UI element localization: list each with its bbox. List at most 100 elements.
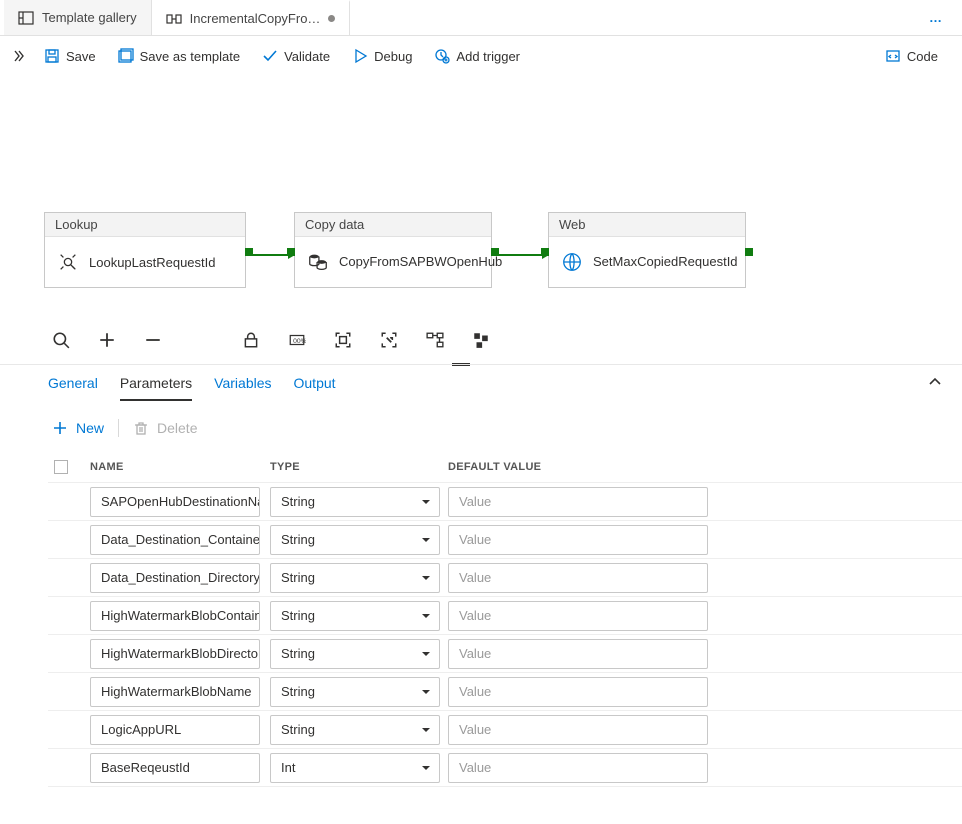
param-default-input[interactable]: Value	[448, 563, 708, 593]
activity-node-web[interactable]: Web SetMaxCopiedRequestId	[548, 212, 746, 288]
select-all-checkbox[interactable]	[54, 460, 68, 474]
activity-title: LookupLastRequestId	[89, 255, 215, 270]
toolbar-row: Save Save as template Validate Debug Add…	[0, 36, 962, 76]
collapse-details-button[interactable]	[928, 375, 942, 392]
delete-parameter-label: Delete	[157, 420, 197, 436]
param-name-input[interactable]: Data_Destination_Directory	[90, 563, 260, 593]
tab-output[interactable]: Output	[294, 375, 336, 401]
chevron-down-icon	[421, 488, 431, 516]
zoom-percent-icon[interactable]: 00%	[288, 331, 306, 349]
zoom-icon[interactable]	[52, 331, 70, 349]
col-name: Name	[90, 461, 270, 473]
connector-arrow[interactable]	[492, 254, 548, 256]
parameters-table: Name Type Default value SAPOpenHubDestin…	[0, 447, 962, 787]
param-type-select[interactable]: Int	[270, 753, 440, 783]
tab-pipeline[interactable]: IncrementalCopyFro…	[152, 0, 351, 35]
tab-template-gallery[interactable]: Template gallery	[4, 0, 152, 35]
param-default-input[interactable]: Value	[448, 601, 708, 631]
save-as-template-label: Save as template	[140, 49, 240, 64]
param-default-input[interactable]: Value	[448, 639, 708, 669]
param-name-input[interactable]: HighWatermarkBlobDirecto	[90, 639, 260, 669]
editor-tab-bar: Template gallery IncrementalCopyFro… …	[0, 0, 962, 36]
add-trigger-label: Add trigger	[456, 49, 520, 64]
activity-node-lookup[interactable]: Lookup LookupLastRequestId	[44, 212, 246, 288]
toolbar-right: Code	[877, 44, 962, 68]
chevron-down-icon	[421, 754, 431, 782]
col-type: Type	[270, 461, 448, 473]
lookup-icon	[57, 251, 79, 273]
table-header: Name Type Default value	[48, 451, 962, 483]
activity-node-copy[interactable]: Copy data CopyFromSAPBWOpenHub	[294, 212, 492, 288]
param-type-select[interactable]: String	[270, 487, 440, 517]
detail-tabs: General Parameters Variables Output	[0, 364, 962, 401]
save-label: Save	[66, 49, 96, 64]
fit-screen-icon[interactable]	[334, 331, 352, 349]
param-default-input[interactable]: Value	[448, 753, 708, 783]
param-name-input[interactable]: BaseReqeustId	[90, 753, 260, 783]
save-as-template-button[interactable]: Save as template	[110, 44, 248, 68]
param-type-select[interactable]: String	[270, 525, 440, 555]
remove-activity-icon[interactable]	[144, 331, 162, 349]
web-icon	[561, 251, 583, 273]
table-row: HighWatermarkBlobName String Value	[48, 673, 962, 711]
chevron-down-icon	[421, 526, 431, 554]
param-name-input[interactable]: SAPOpenHubDestinationNa	[90, 487, 260, 517]
param-name-input[interactable]: HighWatermarkBlobName	[90, 677, 260, 707]
chevron-down-icon	[421, 602, 431, 630]
add-activity-icon[interactable]	[98, 331, 116, 349]
param-name-input[interactable]: Data_Destination_Container	[90, 525, 260, 555]
copy-data-icon	[307, 251, 329, 273]
gallery-icon	[18, 10, 34, 26]
chevron-down-icon	[421, 678, 431, 706]
new-parameter-button[interactable]: New	[52, 420, 104, 436]
tab-parameters[interactable]: Parameters	[120, 375, 192, 401]
param-type-select[interactable]: String	[270, 601, 440, 631]
param-default-input[interactable]: Value	[448, 525, 708, 555]
activity-type-label: Copy data	[295, 213, 491, 237]
tab-general[interactable]: General	[48, 375, 98, 401]
param-default-input[interactable]: Value	[448, 677, 708, 707]
param-type-select[interactable]: String	[270, 715, 440, 745]
delete-parameter-button: Delete	[133, 420, 197, 436]
activity-type-label: Web	[549, 213, 745, 237]
param-type-select[interactable]: String	[270, 639, 440, 669]
layout-blocks-icon[interactable]	[472, 331, 490, 349]
pipeline-icon	[166, 11, 182, 27]
debug-label: Debug	[374, 49, 412, 64]
node-output-port[interactable]	[745, 248, 753, 256]
auto-align-icon[interactable]	[426, 331, 444, 349]
validate-label: Validate	[284, 49, 330, 64]
canvas-tool-strip: 00%	[0, 316, 962, 364]
table-row: SAPOpenHubDestinationNa String Value	[48, 483, 962, 521]
save-button[interactable]: Save	[36, 44, 104, 68]
parameters-toolbar: New Delete	[0, 401, 962, 447]
tab-pipeline-label: IncrementalCopyFro…	[190, 11, 321, 26]
expand-sidebar-button[interactable]	[4, 50, 32, 62]
param-name-input[interactable]: LogicAppURL	[90, 715, 260, 745]
pipeline-toolbar: Save Save as template Validate Debug Add…	[32, 44, 877, 68]
tab-variables[interactable]: Variables	[214, 375, 271, 401]
unsaved-dot-icon	[328, 15, 335, 22]
pipeline-canvas[interactable]: Lookup LookupLastRequestId Copy data Cop…	[0, 76, 962, 316]
tab-bar-spacer: …	[350, 0, 962, 35]
param-default-input[interactable]: Value	[448, 715, 708, 745]
activity-title: SetMaxCopiedRequestId	[593, 254, 738, 270]
add-trigger-button[interactable]: Add trigger	[426, 44, 528, 68]
param-default-input[interactable]: Value	[448, 487, 708, 517]
param-type-select[interactable]: String	[270, 677, 440, 707]
tab-bar-more[interactable]: …	[911, 10, 962, 25]
table-row: HighWatermarkBlobContain String Value	[48, 597, 962, 635]
svg-text:00%: 00%	[293, 338, 306, 345]
fullscreen-icon[interactable]	[380, 331, 398, 349]
table-row: LogicAppURL String Value	[48, 711, 962, 749]
debug-button[interactable]: Debug	[344, 44, 420, 68]
col-default: Default value	[448, 461, 716, 473]
connector-arrow[interactable]	[246, 254, 294, 256]
table-row: HighWatermarkBlobDirecto String Value	[48, 635, 962, 673]
table-row: BaseReqeustId Int Value	[48, 749, 962, 787]
param-name-input[interactable]: HighWatermarkBlobContain	[90, 601, 260, 631]
param-type-select[interactable]: String	[270, 563, 440, 593]
lock-icon[interactable]	[242, 331, 260, 349]
code-button[interactable]: Code	[877, 44, 946, 68]
validate-button[interactable]: Validate	[254, 44, 338, 68]
